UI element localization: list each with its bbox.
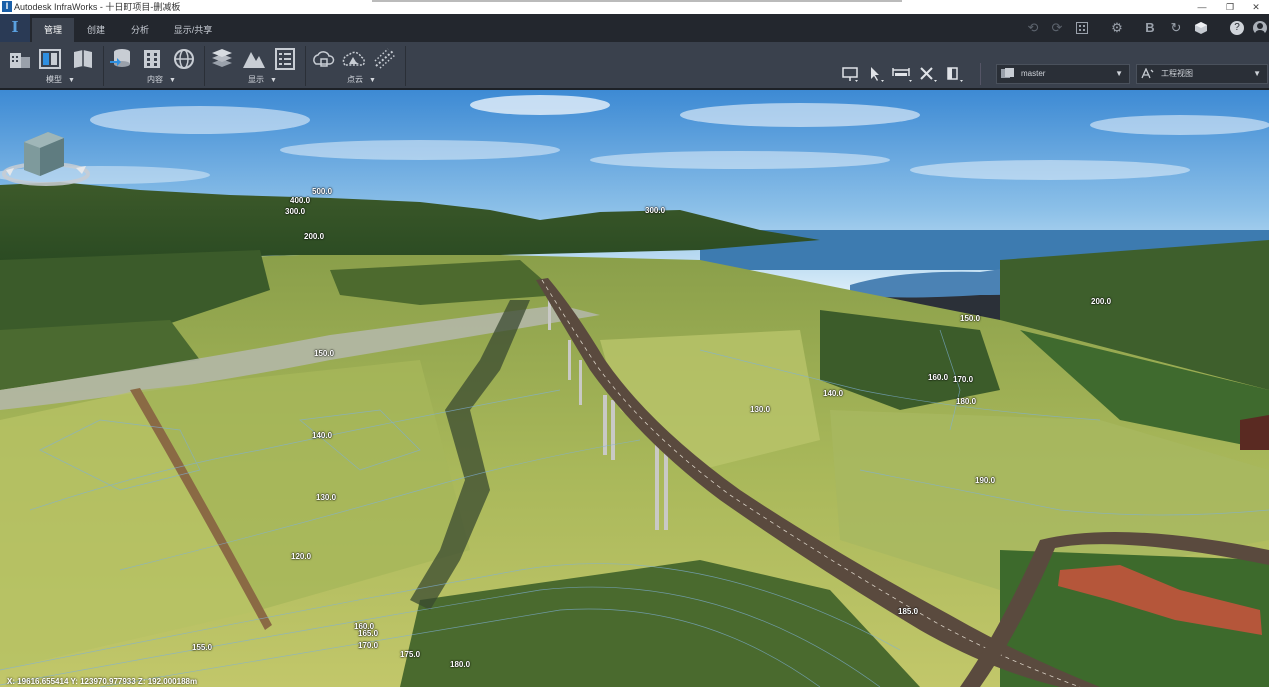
version-dropdown[interactable]: master ▼ [996,64,1130,84]
presentation-icon[interactable] [838,64,862,84]
elevation-label: 120.0 [291,552,312,561]
tab-row: I 管理 创建 分析 显示/共享 ⟲ ⟳ ⚙ B ↻ ? [0,14,1269,42]
view-dropdown-value: 工程视图 [1161,69,1193,78]
ribbon-divider [305,46,306,86]
tab-manage[interactable]: 管理 [32,18,74,42]
view-mode-icon [1141,68,1154,79]
group-label-display[interactable]: 显示 ▼ [248,75,277,86]
ribbon-divider [405,46,406,86]
view-dropdown[interactable]: 工程视图 ▼ [1136,64,1268,84]
group-label-content-text: 内容 [147,75,163,84]
elevation-label: 160.0 [928,373,949,382]
model-book-icon[interactable] [71,47,95,71]
tab-create[interactable]: 创建 [76,18,116,42]
coordinate-readout: X: 19616.655414 Y: 123970.977933 Z: 192.… [7,677,198,686]
elevation-label: 130.0 [316,493,337,502]
elevation-label: 150.0 [960,314,981,323]
elevation-label: 180.0 [450,660,471,669]
tools-icon[interactable] [916,64,940,84]
3d-viewport[interactable]: 500.0 400.0 300.0 200.0 300.0 200.0 150.… [0,90,1269,687]
elevation-label: 190.0 [975,476,996,485]
redo-icon[interactable]: ⟳ [1048,19,1066,37]
elevation-label: 165.0 [358,629,379,638]
elevation-label: 300.0 [285,207,306,216]
elevation-label: 170.0 [953,375,974,384]
grid-icon[interactable] [1073,19,1091,37]
version-icon [1001,68,1014,78]
section-icon[interactable] [942,64,966,84]
elevation-label: 400.0 [290,196,311,205]
chevron-down-icon: ▼ [1115,69,1123,78]
group-label-model[interactable]: 模型 ▼ [46,75,75,86]
elevation-label: 200.0 [1091,297,1112,306]
elevation-label: 170.0 [358,641,379,650]
help-icon[interactable]: ? [1230,21,1244,35]
elevation-label: 300.0 [645,206,666,215]
ribbon-divider [103,46,104,86]
tab-display-share[interactable]: 显示/共享 [164,18,222,42]
title-bar-indicator [372,0,902,2]
content-grid-icon[interactable] [140,47,164,71]
viewcube[interactable] [0,130,92,190]
window-title: Autodesk InfraWorks - 十日町项目-删减板 [14,2,181,12]
application-menu-button[interactable]: I [0,14,30,42]
point-cloud-import-icon[interactable] [311,47,335,71]
toolbar-divider [980,63,981,85]
chevron-down-icon: ▼ [169,77,176,84]
elevation-label: 175.0 [400,650,421,659]
layers-icon[interactable] [210,47,234,71]
title-bar: I Autodesk InfraWorks - 十日町项目-删减板 — ❐ ✕ [0,0,1269,14]
building-model-icon[interactable] [8,47,32,71]
elevation-label: 150.0 [314,349,335,358]
restore-button[interactable]: ❐ [1216,0,1244,14]
elevation-label: 155.0 [192,643,213,652]
elevation-label: 180.0 [956,397,977,406]
style-list-icon[interactable] [273,47,297,71]
app-icon: I [2,1,12,12]
b-button[interactable]: B [1141,19,1159,37]
version-dropdown-value: master [1021,69,1046,78]
undo-icon[interactable]: ⟲ [1024,19,1042,37]
group-label-content[interactable]: 内容 ▼ [147,75,176,86]
chevron-down-icon: ▼ [270,77,277,84]
refresh-icon[interactable]: ↻ [1167,19,1185,37]
elevation-label: 185.0 [898,607,919,616]
ribbon-divider [204,46,205,86]
chevron-down-icon: ▼ [68,77,75,84]
globe-icon[interactable] [172,47,196,71]
select-cursor-icon[interactable] [864,64,888,84]
point-cloud-linear-icon[interactable] [373,47,397,71]
group-label-model-text: 模型 [46,75,62,84]
minimize-button[interactable]: — [1188,0,1216,14]
group-label-point-cloud[interactable]: 点云 ▼ [347,75,376,86]
terrain-icon[interactable] [242,47,266,71]
point-cloud-terrain-icon[interactable] [342,47,366,71]
model-properties-icon[interactable] [38,47,62,71]
elevation-label: 130.0 [750,405,771,414]
cube-icon[interactable] [1192,19,1210,37]
chevron-down-icon: ▼ [369,77,376,84]
tab-analyze[interactable]: 分析 [120,18,160,42]
chevron-down-icon: ▼ [1253,69,1261,78]
terrain-scene [0,90,1269,687]
group-label-point-cloud-text: 点云 [347,75,363,84]
elevation-label: 200.0 [304,232,325,241]
group-label-display-text: 显示 [248,75,264,84]
elevation-label: 140.0 [312,431,333,440]
measure-icon[interactable] [890,64,914,84]
elevation-label: 140.0 [823,389,844,398]
avatar-icon[interactable] [1253,21,1267,38]
close-button[interactable]: ✕ [1242,0,1269,14]
data-sources-icon[interactable] [109,47,133,71]
elevation-label: 500.0 [312,187,333,196]
gear-icon[interactable]: ⚙ [1108,19,1126,37]
